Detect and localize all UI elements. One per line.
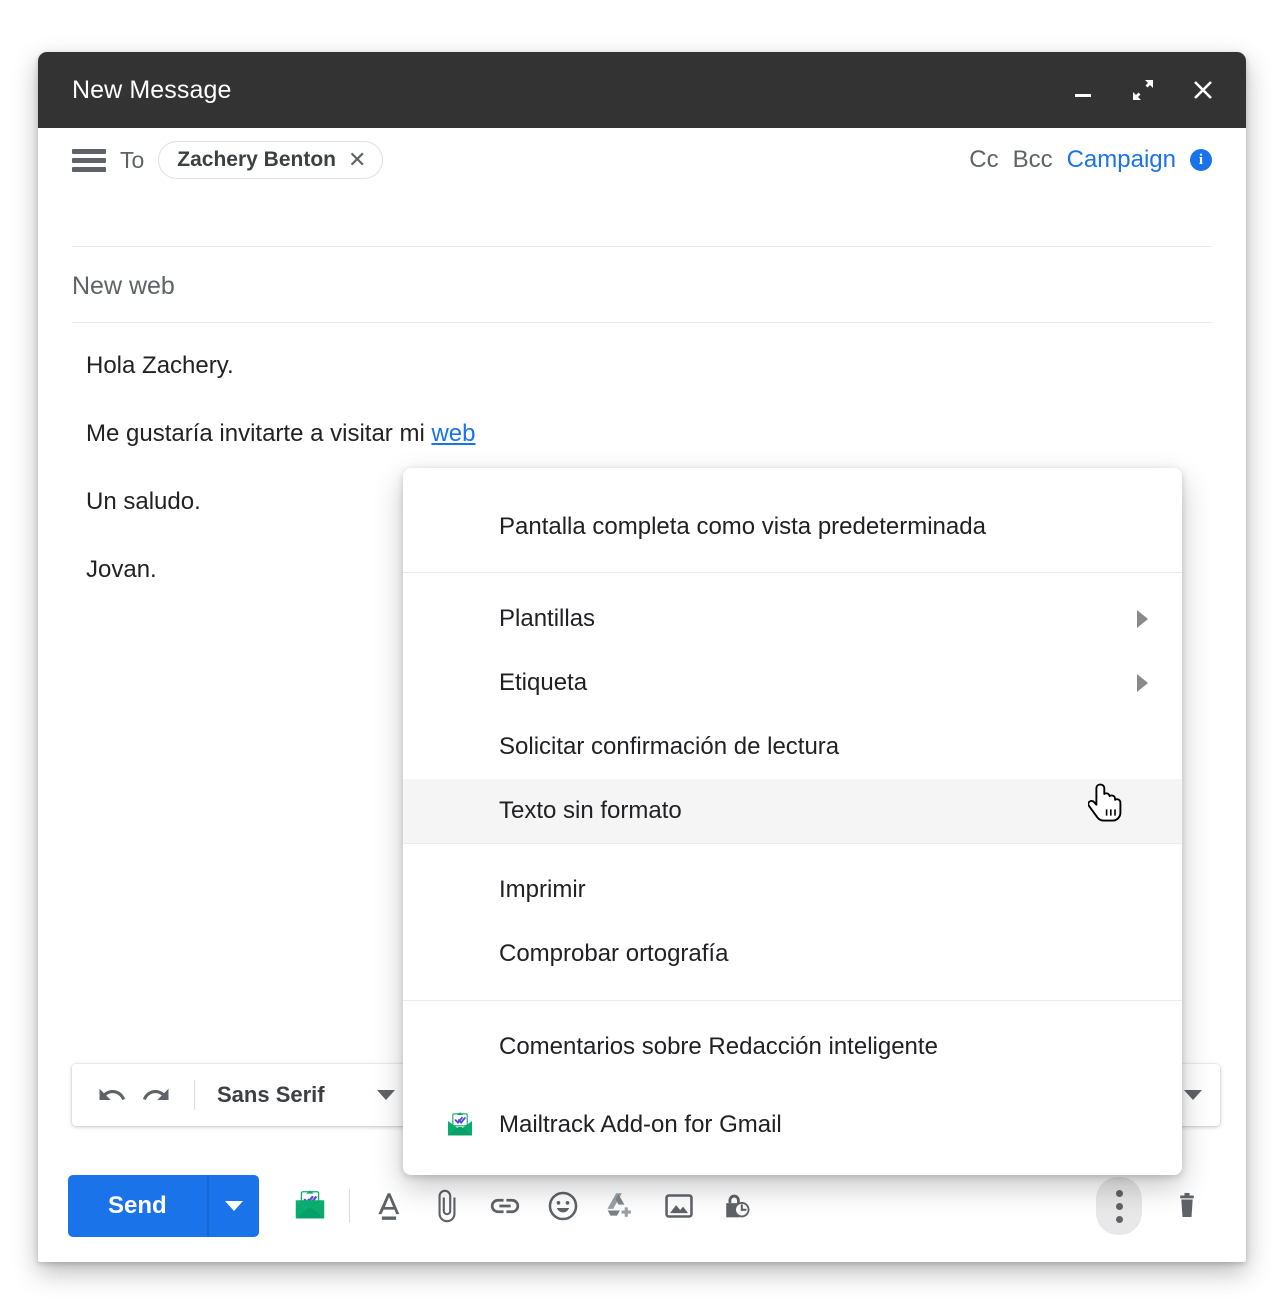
menu-item-texto-sin-formato[interactable]: Texto sin formato — [403, 779, 1182, 843]
formatting-toolbar-overflow[interactable] — [1184, 1090, 1202, 1100]
font-family-value: Sans Serif — [217, 1082, 325, 1108]
tools-divider — [349, 1189, 350, 1223]
menu-section-padding — [403, 1079, 1182, 1093]
menu-item-fullscreen-default[interactable]: Pantalla completa como vista predetermin… — [403, 482, 1182, 572]
menu-item-label: Plantillas — [499, 605, 1137, 633]
recipients-row: To Zachery Benton ✕ Cc Bcc Campaign i — [38, 128, 1246, 192]
font-family-select[interactable]: Sans Serif — [211, 1082, 401, 1108]
chevron-down-icon — [1184, 1090, 1202, 1100]
body-line-1: Hola Zachery. — [86, 332, 1212, 380]
confidential-mode-icon[interactable] — [708, 1177, 766, 1235]
menu-section-padding — [403, 986, 1182, 1000]
expand-button[interactable] — [1124, 71, 1162, 109]
menu-section-padding — [403, 573, 1182, 587]
compose-title: New Message — [72, 76, 232, 105]
menu-item-label: Etiqueta — [499, 669, 1137, 697]
mailtrack-envelope-icon[interactable] — [281, 1177, 339, 1235]
recipients-left: To Zachery Benton ✕ — [72, 128, 383, 192]
body-line-2: Me gustaría invitarte a visitar mi web — [86, 420, 1212, 448]
screen-root: New Message — [0, 0, 1280, 1308]
menu-item-label: Solicitar confirmación de lectura — [499, 733, 1154, 761]
window-controls — [1064, 52, 1222, 128]
compose-right-tools — [1096, 1177, 1216, 1235]
subject-divider — [72, 322, 1212, 323]
menu-item-solicitar-confirmacion[interactable]: Solicitar confirmación de lectura — [403, 715, 1182, 779]
chevron-right-icon — [1137, 610, 1148, 628]
menu-item-plantillas[interactable]: Plantillas — [403, 587, 1182, 651]
menu-item-label: Texto sin formato — [499, 797, 1154, 825]
chevron-right-icon — [1137, 674, 1148, 692]
send-button-group[interactable]: Send — [68, 1175, 259, 1237]
body-line-2-text: Me gustaría invitarte a visitar mi — [86, 420, 431, 447]
close-button[interactable] — [1184, 71, 1222, 109]
minimize-button[interactable] — [1064, 71, 1102, 109]
menu-top-padding — [403, 468, 1182, 482]
body-web-link[interactable]: web — [431, 420, 475, 447]
menu-item-comentarios-redaccion[interactable]: Comentarios sobre Redacción inteligente — [403, 1015, 1182, 1079]
menu-item-label: Comentarios sobre Redacción inteligente — [499, 1033, 1154, 1061]
more-options-menu: Pantalla completa como vista predetermin… — [403, 468, 1182, 1175]
chevron-down-icon — [225, 1201, 243, 1211]
undo-icon[interactable] — [90, 1073, 134, 1117]
recipients-right: Cc Bcc Campaign i — [969, 128, 1212, 192]
text-format-icon[interactable] — [360, 1177, 418, 1235]
insert-emoji-icon[interactable] — [534, 1177, 592, 1235]
recipient-chip[interactable]: Zachery Benton ✕ — [158, 141, 383, 179]
toolbar-divider — [194, 1080, 195, 1110]
menu-item-label: Comprobar ortografía — [499, 940, 1154, 968]
menu-item-comprobar-ortografia[interactable]: Comprobar ortografía — [403, 922, 1182, 986]
menu-item-label: Pantalla completa como vista predetermin… — [499, 513, 1154, 541]
more-options-icon[interactable] — [1096, 1177, 1142, 1235]
subject-row[interactable]: New web — [38, 248, 1246, 324]
send-button[interactable]: Send — [68, 1175, 207, 1237]
info-icon[interactable]: i — [1190, 149, 1212, 171]
bcc-link[interactable]: Bcc — [1013, 146, 1053, 174]
redo-icon[interactable] — [134, 1073, 178, 1117]
recipient-chip-name: Zachery Benton — [177, 148, 336, 172]
compose-tools — [281, 1177, 766, 1235]
campaign-link[interactable]: Campaign — [1067, 146, 1176, 174]
to-label: To — [120, 147, 144, 174]
menu-section-padding — [403, 1001, 1182, 1015]
insert-link-icon[interactable] — [476, 1177, 534, 1235]
menu-item-imprimir[interactable]: Imprimir — [403, 858, 1182, 922]
mailtrack-envelope-icon — [443, 1108, 477, 1142]
menu-section-padding — [403, 844, 1182, 858]
cc-link[interactable]: Cc — [969, 146, 998, 174]
insert-photo-icon[interactable] — [650, 1177, 708, 1235]
menu-item-label: Mailtrack Add-on for Gmail — [499, 1111, 1154, 1139]
chevron-down-icon — [377, 1090, 395, 1100]
attach-file-icon[interactable] — [418, 1177, 476, 1235]
trash-icon[interactable] — [1158, 1177, 1216, 1235]
insert-drive-icon[interactable] — [592, 1177, 650, 1235]
menu-item-mailtrack-addon[interactable]: Mailtrack Add-on for Gmail — [403, 1093, 1182, 1157]
remove-recipient-icon[interactable]: ✕ — [348, 149, 366, 171]
menu-item-etiqueta[interactable]: Etiqueta — [403, 651, 1182, 715]
hamburger-icon[interactable] — [72, 149, 106, 172]
subject-input[interactable]: New web — [72, 272, 175, 301]
send-options-button[interactable] — [209, 1175, 259, 1237]
compose-titlebar: New Message — [38, 52, 1246, 128]
menu-item-label: Imprimir — [499, 876, 1154, 904]
recipients-divider — [72, 246, 1212, 247]
